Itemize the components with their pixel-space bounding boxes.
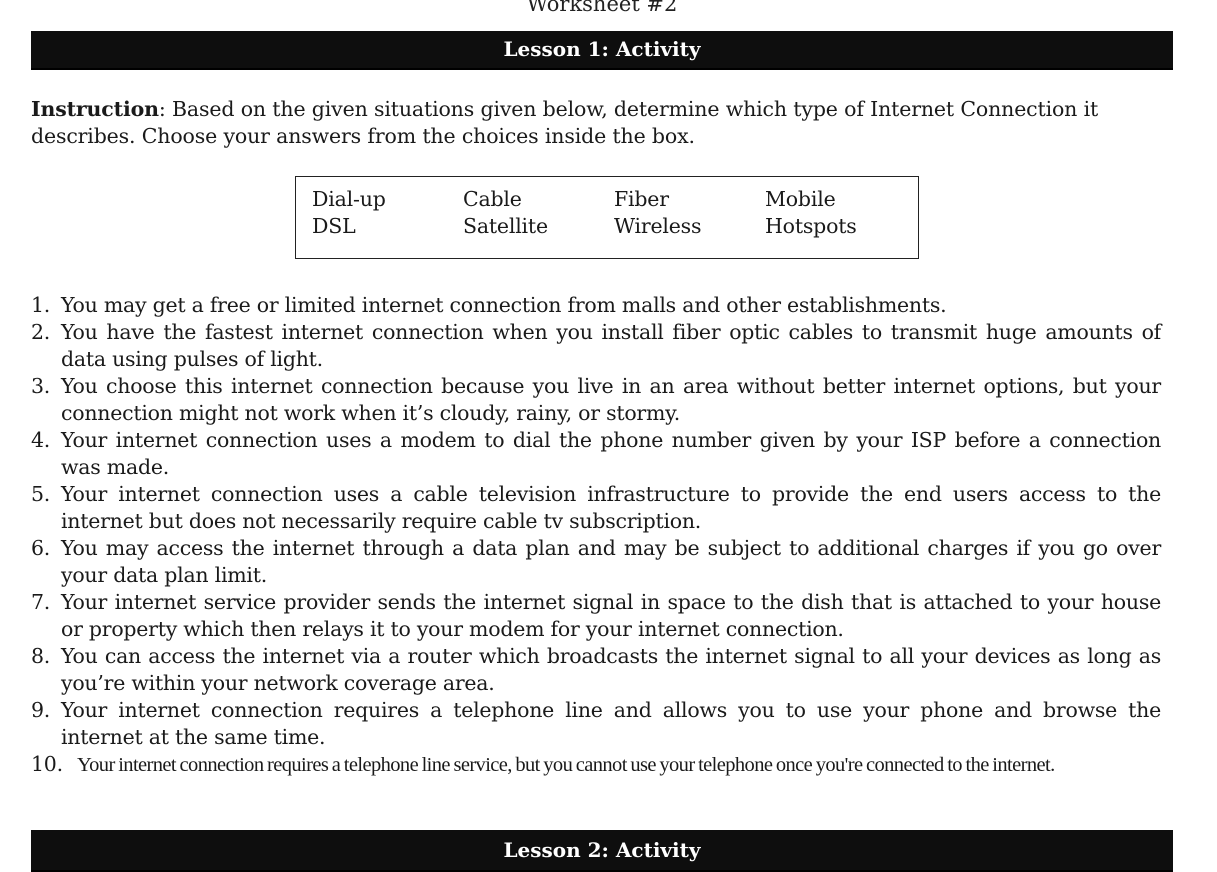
choice-mobile: Mobile [765,187,836,211]
question-item: 7. Your internet service provider sends t… [31,589,1161,643]
choices-box: Dial-up Cable Fiber Mobile DSL Satellite… [295,176,919,259]
question-item: 4. Your internet connection uses a modem … [31,427,1161,481]
question-item: 10. Your internet connection requires a t… [31,751,1161,779]
choice-wireless: Wireless [614,214,702,238]
choice-satellite: Satellite [463,214,548,238]
instruction-paragraph: Instruction: Based on the given situatio… [31,96,1166,150]
question-text: Your internet connection uses a cable te… [61,482,1161,533]
question-text: Your internet connection uses a modem to… [61,428,1161,479]
question-number: 9. [31,698,51,722]
lesson-2-header: Lesson 2: Activity [31,830,1173,872]
question-list: 1. You may get a free or limited internet… [31,292,1161,779]
question-item: 9. Your internet connection requires a te… [31,697,1161,751]
instruction-label: Instruction [31,97,159,121]
lesson-1-header: Lesson 1: Activity [31,31,1173,70]
question-text: You can access the internet via a router… [61,644,1161,695]
question-number: 6. [31,536,51,560]
question-number: 4. [31,428,51,452]
question-item: 2. You have the fastest internet connecti… [31,319,1161,373]
choice-dial-up: Dial-up [312,187,386,211]
choices-grid: Dial-up Cable Fiber Mobile DSL Satellite… [312,186,916,240]
question-text: You choose this internet connection beca… [61,374,1161,425]
question-number: 5. [31,482,51,506]
question-item: 6. You may access the internet through a … [31,535,1161,589]
choice-cable: Cable [463,187,522,211]
instruction-text: : Based on the given situations given be… [31,97,1099,148]
question-text: Your internet connection requires a tele… [61,698,1161,749]
choice-dsl: DSL [312,214,356,238]
question-number: 1. [31,293,51,317]
worksheet-title: Worksheet #2 [526,0,678,16]
question-number: 10. [31,752,63,776]
question-text: You have the fastest internet connection… [61,320,1161,371]
question-item: 5. Your internet connection uses a cable … [31,481,1161,535]
question-item: 1. You may get a free or limited internet… [31,292,1161,319]
question-number: 3. [31,374,51,398]
question-number: 8. [31,644,51,668]
choice-fiber: Fiber [614,187,669,211]
question-text: You may get a free or limited internet c… [61,293,947,317]
question-text: You may access the internet through a da… [61,536,1161,587]
question-number: 2. [31,320,51,344]
question-text: Your internet connection requires a tele… [77,754,1055,776]
question-item: 3. You choose this internet connection be… [31,373,1161,427]
choice-hotspots: Hotspots [765,214,857,238]
question-item: 8. You can access the internet via a rout… [31,643,1161,697]
question-number: 7. [31,590,51,614]
question-text: Your internet service provider sends the… [61,590,1161,641]
